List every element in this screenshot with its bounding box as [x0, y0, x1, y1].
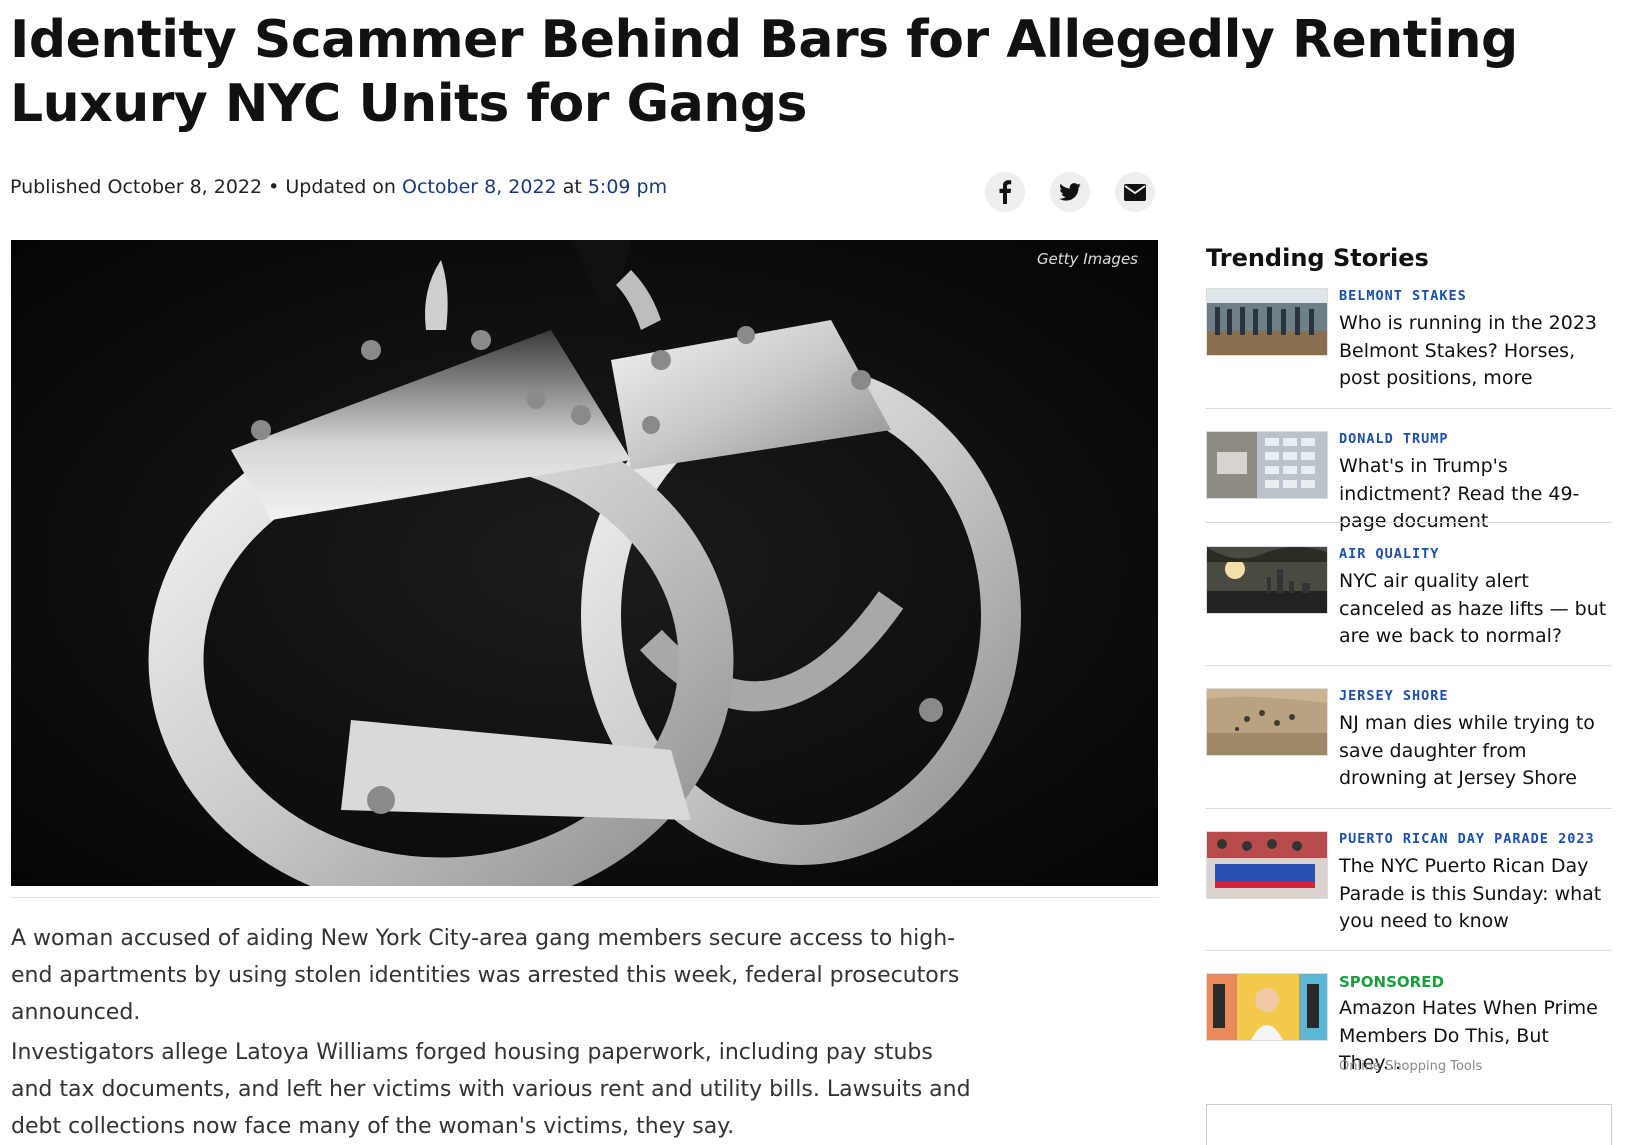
image-credit: Getty Images [1036, 250, 1138, 268]
trending-stories-heading: Trending Stories [1206, 244, 1429, 272]
story-title[interactable]: NYC air quality alert canceled as haze l… [1339, 568, 1614, 651]
sidebar-widget-box [1206, 1104, 1612, 1145]
image-divider [11, 897, 1158, 898]
sponsored-source[interactable]: Online Shopping Tools [1339, 1059, 1482, 1074]
story-category[interactable]: BELMONT STAKES [1339, 288, 1467, 304]
story-divider [1206, 808, 1612, 809]
story-divider [1206, 522, 1612, 523]
email-icon [1124, 183, 1146, 201]
facebook-icon [999, 180, 1012, 204]
story-title[interactable]: What's in Trump's indictment? Read the 4… [1339, 453, 1614, 536]
story-thumbnail[interactable] [1206, 288, 1328, 356]
story-title[interactable]: Who is running in the 2023 Belmont Stake… [1339, 310, 1614, 393]
handcuffs-photo [11, 240, 1158, 886]
sponsored-thumbnail[interactable] [1206, 973, 1328, 1041]
trending-story[interactable]: BELMONT STAKES Who is running in the 202… [1206, 288, 1612, 398]
trending-story[interactable]: PUERTO RICAN DAY PARADE 2023 The NYC Pue… [1206, 831, 1612, 941]
twitter-icon [1059, 183, 1081, 201]
trending-story[interactable]: AIR QUALITY NYC air quality alert cancel… [1206, 546, 1612, 656]
at-text: at [562, 176, 582, 198]
hero-image: Getty Images [11, 240, 1158, 886]
story-category[interactable]: JERSEY SHORE [1339, 688, 1449, 704]
story-divider [1206, 950, 1612, 951]
story-thumbnail[interactable] [1206, 546, 1328, 614]
story-category[interactable]: DONALD TRUMP [1339, 431, 1449, 447]
story-thumbnail[interactable] [1206, 431, 1328, 499]
trending-story[interactable]: DONALD TRUMP What's in Trump's indictmen… [1206, 431, 1612, 532]
story-category[interactable]: AIR QUALITY [1339, 546, 1439, 562]
updated-date-link[interactable]: October 8, 2022 [402, 176, 557, 198]
share-buttons [985, 172, 1155, 212]
article-paragraph: Investigators allege Latoya Williams for… [11, 1040, 971, 1139]
story-thumbnail[interactable] [1206, 688, 1328, 756]
story-divider [1206, 665, 1612, 666]
email-share-button[interactable] [1115, 172, 1155, 212]
story-title[interactable]: The NYC Puerto Rican Day Parade is this … [1339, 853, 1614, 936]
facebook-share-button[interactable] [985, 172, 1025, 212]
article-paragraph: A woman accused of aiding New York City-… [11, 926, 960, 1025]
story-thumbnail[interactable] [1206, 831, 1328, 899]
updated-time-link[interactable]: 5:09 pm [588, 176, 667, 198]
sponsored-story[interactable]: SPONSORED Amazon Hates When Prime Member… [1206, 973, 1612, 1074]
published-text: Published October 8, 2022 • Updated on [10, 176, 396, 198]
trending-story[interactable]: JERSEY SHORE NJ man dies while trying to… [1206, 688, 1612, 798]
article-headline: Identity Scammer Behind Bars for Alleged… [10, 10, 1518, 134]
sponsored-label: SPONSORED [1339, 973, 1444, 991]
story-title[interactable]: NJ man dies while trying to save daughte… [1339, 710, 1614, 793]
story-divider [1206, 408, 1612, 409]
article-meta: Published October 8, 2022 • Updated on O… [10, 176, 667, 198]
story-category[interactable]: PUERTO RICAN DAY PARADE 2023 [1339, 831, 1595, 847]
twitter-share-button[interactable] [1050, 172, 1090, 212]
